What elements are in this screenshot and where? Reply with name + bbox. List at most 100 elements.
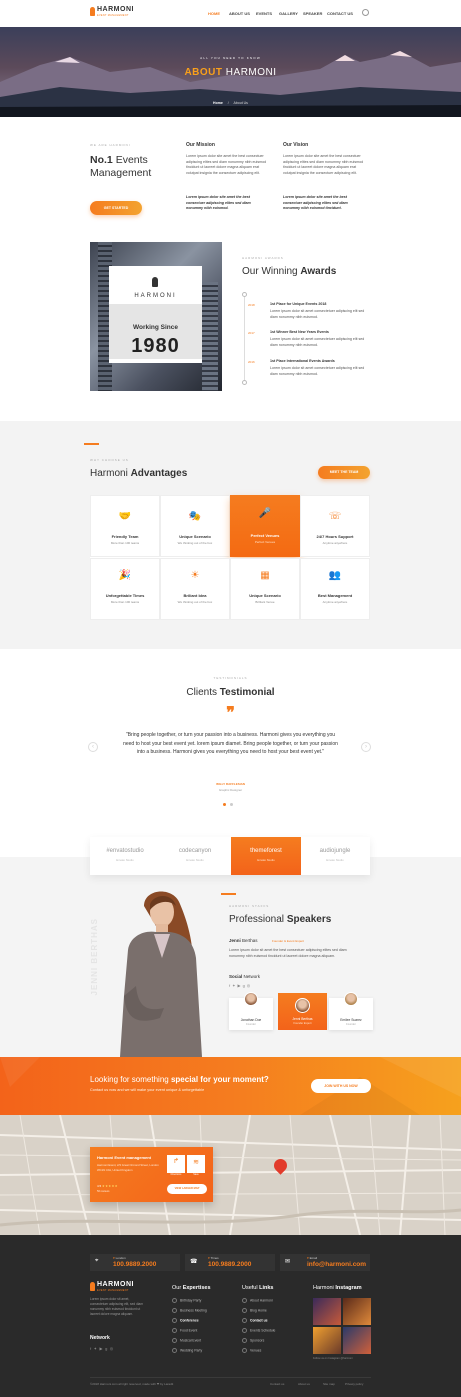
directions-label[interactable]: Directions — [167, 1173, 185, 1176]
sponsor-logo[interactable]: codecanyon — [160, 848, 230, 854]
map[interactable]: Harmoni Event management Harmoni Event, … — [0, 1115, 461, 1235]
footer-useful-link[interactable]: Blog Home — [242, 1308, 267, 1313]
breadcrumb-current: About Us — [233, 101, 248, 105]
quote-icon: ❞ — [226, 705, 235, 722]
people-icon: 👥 — [328, 570, 342, 581]
testimonial-title: Clients Testimonial — [0, 687, 461, 698]
footer-expertise-link[interactable]: Business Meeting — [172, 1308, 207, 1313]
brand-name[interactable]: HARMONI — [97, 6, 134, 13]
useful-links-title: Useful Links — [242, 1285, 274, 1291]
footer-expertise-link[interactable]: Wedding Party — [172, 1348, 202, 1353]
breadcrumb-home[interactable]: Home — [213, 101, 223, 105]
search-icon[interactable] — [362, 9, 369, 16]
footer-contact-london: ⌖ ♥ London 100.9889.2000 — [90, 1254, 180, 1271]
intro-title-line2: Management — [90, 167, 152, 179]
nav-about[interactable]: ABOUT US — [229, 11, 250, 16]
advantage-card[interactable]: 🎉 Unforgettable Times More than 100 team… — [90, 558, 160, 620]
instagram-photo[interactable] — [343, 1298, 371, 1325]
advantage-title: Briliant Idea — [183, 593, 207, 598]
intro-title: No.1 Events Management — [90, 154, 151, 180]
testimonial-role: Graphic Designer — [218, 788, 243, 792]
footer-divider — [90, 1377, 371, 1378]
advantage-sub: We thinking out of the box — [177, 600, 213, 604]
save-label[interactable]: Save — [187, 1173, 205, 1176]
contact-value[interactable]: info@harmoni.com — [307, 1261, 366, 1268]
social-icons: f✦▶g◎ — [229, 983, 252, 988]
footer-brand[interactable]: HARMONI — [97, 1281, 134, 1288]
nav-home[interactable]: HOME — [208, 11, 220, 16]
advantage-card[interactable]: ▦ Unique Scenario Brilliant Venue — [230, 558, 300, 620]
awards-kicker: HARMONI AWARDS — [242, 256, 284, 260]
next-arrow-icon[interactable]: › — [361, 742, 371, 752]
since-brand: HARMONI — [134, 293, 177, 299]
advantage-card-active[interactable]: 🎤 Perfect Venues Perfect Venues — [230, 495, 300, 557]
party-hat-icon: 🎉 — [118, 570, 132, 581]
advantages-title: Harmoni Advantages — [90, 468, 187, 479]
testimonial-title-bold: Testimonial — [219, 687, 275, 698]
footer-useful-link[interactable]: About Harmoni — [242, 1298, 273, 1303]
directions-icon[interactable]: ↱ — [167, 1155, 185, 1173]
get-started-button[interactable]: GET STARTED — [90, 201, 142, 215]
advantage-card[interactable]: ☀ Briliant Idea We thinking out of the b… — [160, 558, 230, 620]
instagram-icon[interactable]: ◎ — [110, 1346, 116, 1351]
advantage-card[interactable]: 🎭 Unique Scenario We thinking out of the… — [160, 495, 230, 557]
instagram-photo[interactable] — [343, 1327, 371, 1354]
idea-icon: ☀ — [190, 570, 200, 581]
advantage-title: Unique Scenario — [249, 593, 281, 598]
sponsor-active[interactable] — [231, 837, 301, 875]
footer-bottom-link[interactable]: Site map — [323, 1382, 335, 1386]
hero-title-rest: HARMONI — [225, 67, 277, 78]
footer-expertise-link-active[interactable]: Conference — [172, 1318, 199, 1323]
social-label-rest: Network — [243, 974, 261, 979]
speaker-first-name: Jenni — [229, 938, 241, 943]
advantage-card[interactable]: 🤝 Friendly Team More than 100 teams — [90, 495, 160, 557]
slider-dot[interactable] — [230, 803, 233, 806]
speaker-card[interactable]: Emilee Suarez Founder — [329, 992, 373, 1030]
nav-gallery[interactable]: GALLERY — [279, 11, 298, 16]
view-larger-map-button[interactable]: VIEW LARGER MAP — [167, 1184, 207, 1194]
footer-useful-link-active[interactable]: Contact us — [242, 1318, 268, 1323]
brand-tagline: EVENT MANAGEMENT — [97, 14, 129, 17]
meet-the-team-button[interactable]: MEET THE TEAM — [318, 466, 370, 479]
map-info-card: Harmoni Event management Harmoni Event, … — [90, 1147, 213, 1202]
footer-expertise-link[interactable]: Birthday Party — [172, 1298, 201, 1303]
speaker-card-active[interactable]: Jenni Berthas Founder Expert — [278, 993, 327, 1030]
footer-contact-email: ✉ ♥ Email info@harmoni.com — [280, 1254, 370, 1271]
nav-contact[interactable]: CONTACT US — [327, 11, 353, 16]
calendar-icon: ▦ — [260, 570, 270, 581]
footer-bottom-link[interactable]: Contact us — [270, 1382, 284, 1386]
award-text: Lorem ipsum dolor sit amet consectetuer … — [270, 337, 365, 347]
footer-expertise-link[interactable]: Musical Event — [172, 1338, 201, 1343]
prev-arrow-icon[interactable]: ‹ — [88, 742, 98, 752]
footer-useful-link[interactable]: Sponsors — [242, 1338, 264, 1343]
speaker-vertical-name: JENNI BERTHAS — [90, 918, 99, 996]
instagram-icon[interactable]: ◎ — [247, 983, 253, 988]
sponsor-logo[interactable]: themeforest — [231, 848, 301, 854]
speaker-bio: Lorem ipsum dolor sit amet the best cons… — [229, 948, 347, 958]
intro-no1: No.1 — [90, 154, 113, 166]
advantage-sub: Brilliant Venue — [255, 600, 275, 604]
instagram-photo[interactable] — [313, 1298, 341, 1325]
support-icon: ☏ — [328, 511, 342, 522]
footer-useful-link[interactable]: Venues — [242, 1348, 261, 1353]
speakers-kicker: HARMONI STAFFS — [229, 904, 270, 908]
footer-expertise-link[interactable]: Food Event — [172, 1328, 197, 1333]
save-icon[interactable]: ≋ — [187, 1155, 205, 1173]
sponsor-logo[interactable]: #envatostudio — [90, 848, 160, 854]
footer-bottom-link[interactable]: Privacy policy — [345, 1382, 363, 1386]
nav-events[interactable]: EVENTS — [256, 11, 272, 16]
location-pin-icon: ⌖ — [95, 1258, 99, 1264]
speaker-card[interactable]: Jonathan Doe Founder — [229, 992, 273, 1030]
join-now-button[interactable]: JOIN WITH US NOW — [311, 1079, 371, 1093]
nav-speaker[interactable]: SPEAKER — [303, 11, 322, 16]
map-card-reviews[interactable]: 56 reviews — [97, 1190, 109, 1193]
sponsor-logo[interactable]: audiojungle — [300, 848, 370, 854]
advantage-card[interactable]: ☏ 24/7 Hours Support Anytime anywhere — [300, 495, 370, 557]
instagram-photo[interactable] — [313, 1327, 341, 1354]
award-text: Lorem ipsum dolor sit amet consectetuer … — [270, 309, 365, 319]
advantage-card[interactable]: 👥 Best Management Anytime anywhere — [300, 558, 370, 620]
footer-bottom-link[interactable]: About us — [298, 1382, 310, 1386]
avatar — [295, 998, 310, 1013]
slider-dot-active[interactable] — [223, 803, 226, 806]
footer-useful-link[interactable]: Events Schedule — [242, 1328, 275, 1333]
